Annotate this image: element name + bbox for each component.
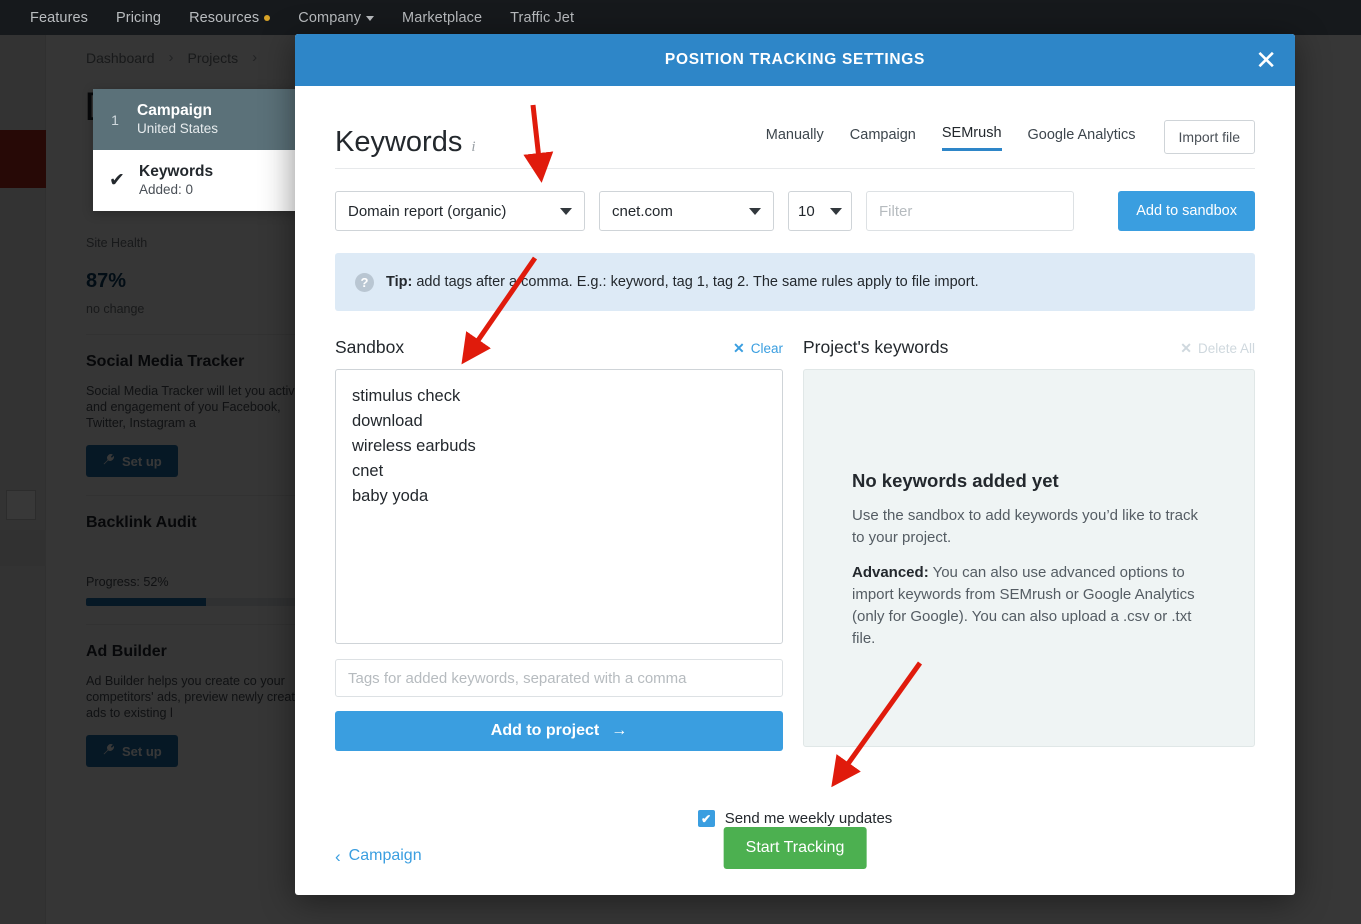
sandbox-title: Sandbox [335, 337, 405, 357]
check-icon: ✔ [701, 811, 712, 826]
weekly-updates-checkbox[interactable]: ✔ [697, 810, 715, 827]
step-number: 1 [111, 111, 119, 128]
question-mark-icon: ? [355, 272, 374, 292]
footer-actions: ‹ Campaign Start Tracking [335, 827, 1255, 869]
start-tracking-button[interactable]: Start Tracking [723, 827, 867, 869]
sandbox-column: Sandbox ✕ Clear stimulus check download … [335, 337, 783, 751]
tab-manually[interactable]: Manually [766, 127, 824, 150]
weekly-updates-label: Send me weekly updates [724, 810, 893, 827]
close-icon[interactable]: ✕ [1255, 47, 1277, 73]
tip-label: Tip: [386, 274, 413, 290]
step-title: Campaign [137, 102, 212, 119]
step-item-campaign[interactable]: 1 Campaign United States [93, 89, 303, 150]
chevron-down-icon [560, 207, 572, 215]
modal-footer: ✔ Send me weekly updates ‹ Campaign Star… [335, 810, 1255, 869]
check-icon: ✔ [109, 170, 125, 191]
clear-sandbox-link[interactable]: ✕ Clear [733, 340, 783, 357]
tip-banner: ? Tip: add tags after a comma. E.g.: key… [335, 253, 1255, 311]
setup-steps-popover: 1 Campaign United States ✔ Keywords Adde… [93, 89, 303, 211]
tab-campaign[interactable]: Campaign [850, 127, 916, 150]
step-item-keywords[interactable]: ✔ Keywords Added: 0 [93, 150, 303, 211]
chevron-down-icon [749, 207, 761, 215]
sandbox-textarea[interactable]: stimulus check download wireless earbuds… [335, 369, 783, 644]
advanced-label: Advanced: [852, 564, 929, 581]
add-to-project-button[interactable]: Add to project → [335, 711, 783, 751]
new-badge-dot-icon [264, 14, 271, 21]
chevron-down-icon [830, 207, 842, 215]
position-tracking-settings-modal: POSITION TRACKING SETTINGS ✕ Keywords i … [295, 34, 1295, 895]
tab-google-analytics[interactable]: Google Analytics [1028, 127, 1136, 150]
limit-select[interactable]: 10 [788, 191, 852, 231]
list-item: cnet [352, 462, 384, 480]
step-title: Keywords [139, 163, 214, 180]
columns: Sandbox ✕ Clear stimulus check download … [335, 337, 1255, 751]
project-keywords-header: Project's keywords ✕ Delete All [803, 337, 1255, 358]
nav-label: Features [30, 9, 89, 26]
nav-label: Pricing [116, 9, 162, 26]
tip-body: add tags after a comma. E.g.: keyword, t… [412, 274, 979, 290]
filter-input[interactable] [866, 191, 1074, 231]
sandbox-header: Sandbox ✕ Clear [335, 337, 783, 358]
delete-all-link[interactable]: ✕ Delete All [1180, 340, 1255, 357]
nav-item-features[interactable]: Features [30, 10, 88, 26]
limit-value: 10 [798, 202, 815, 220]
keywords-heading-label: Keywords [335, 126, 463, 158]
nav-item-resources[interactable]: Resources [189, 9, 271, 26]
domain-value: cnet.com [612, 202, 673, 220]
import-file-button[interactable]: Import file [1163, 120, 1255, 154]
keywords-heading: Keywords i [335, 126, 476, 159]
list-item: download [352, 412, 423, 430]
nav-item-pricing[interactable]: Pricing [116, 10, 161, 26]
tab-semrush[interactable]: SEMrush [941, 125, 1002, 151]
close-icon: ✕ [1180, 340, 1192, 356]
report-type-value: Domain report (organic) [348, 202, 507, 220]
list-item: wireless earbuds [352, 437, 476, 455]
step-subtitle: United States [137, 121, 219, 136]
nav-label: Company [298, 9, 362, 26]
modal-header: POSITION TRACKING SETTINGS ✕ [295, 34, 1295, 86]
nav-label: Marketplace [402, 9, 483, 26]
tags-input[interactable] [335, 659, 783, 697]
arrow-right-icon: → [611, 722, 628, 739]
list-item: stimulus check [352, 387, 461, 405]
chevron-left-icon: ‹ [335, 846, 341, 866]
add-to-project-label: Add to project [490, 722, 600, 739]
back-label: Campaign [348, 847, 422, 864]
close-icon: ✕ [733, 340, 745, 356]
report-type-select[interactable]: Domain report (organic) [335, 191, 585, 231]
list-item: baby yoda [352, 487, 429, 505]
delete-all-label: Delete All [1197, 341, 1255, 356]
step-subtitle: Added: 0 [139, 182, 194, 197]
chevron-down-icon [366, 16, 375, 21]
empty-state-advanced: Advanced: You can also use advanced opti… [852, 562, 1206, 650]
nav-item-company[interactable]: Company [298, 9, 375, 26]
nav-item-marketplace[interactable]: Marketplace [402, 10, 482, 26]
info-icon[interactable]: i [471, 139, 475, 156]
modal-body: Keywords i Manually Campaign SEMrush Goo… [295, 86, 1295, 895]
top-navigation-bar: Features Pricing Resources Company Marke… [0, 0, 1361, 35]
empty-state-body: Use the sandbox to add keywords you’d li… [852, 507, 1199, 546]
nav-label: Traffic Jet [510, 9, 575, 26]
header-divider [335, 168, 1255, 169]
clear-label: Clear [750, 341, 783, 356]
nav-label: Resources [189, 9, 260, 26]
add-to-sandbox-button[interactable]: Add to sandbox [1118, 191, 1255, 231]
keywords-header-row: Keywords i Manually Campaign SEMrush Goo… [335, 120, 1255, 159]
project-keywords-title: Project's keywords [803, 337, 949, 357]
nav-item-traffic-jet[interactable]: Traffic Jet [510, 10, 574, 26]
empty-state-title: No keywords added yet [852, 470, 1059, 491]
project-keywords-column: Project's keywords ✕ Delete All No keywo… [803, 337, 1255, 751]
weekly-updates-row: ✔ Send me weekly updates [335, 810, 1255, 827]
domain-select[interactable]: cnet.com [599, 191, 774, 231]
back-to-campaign-link[interactable]: ‹ Campaign [335, 847, 422, 865]
source-tabs: Manually Campaign SEMrush Google Analyti… [766, 120, 1255, 159]
project-keywords-empty-state: No keywords added yet Use the sandbox to… [803, 369, 1255, 747]
screen: Dashboard › Projects › [ Site Health 87%… [0, 0, 1361, 924]
import-controls-row: Domain report (organic) cnet.com 10 Add … [335, 191, 1255, 231]
tip-text: Tip: add tags after a comma. E.g.: keywo… [386, 274, 979, 290]
modal-title: POSITION TRACKING SETTINGS [664, 51, 926, 68]
